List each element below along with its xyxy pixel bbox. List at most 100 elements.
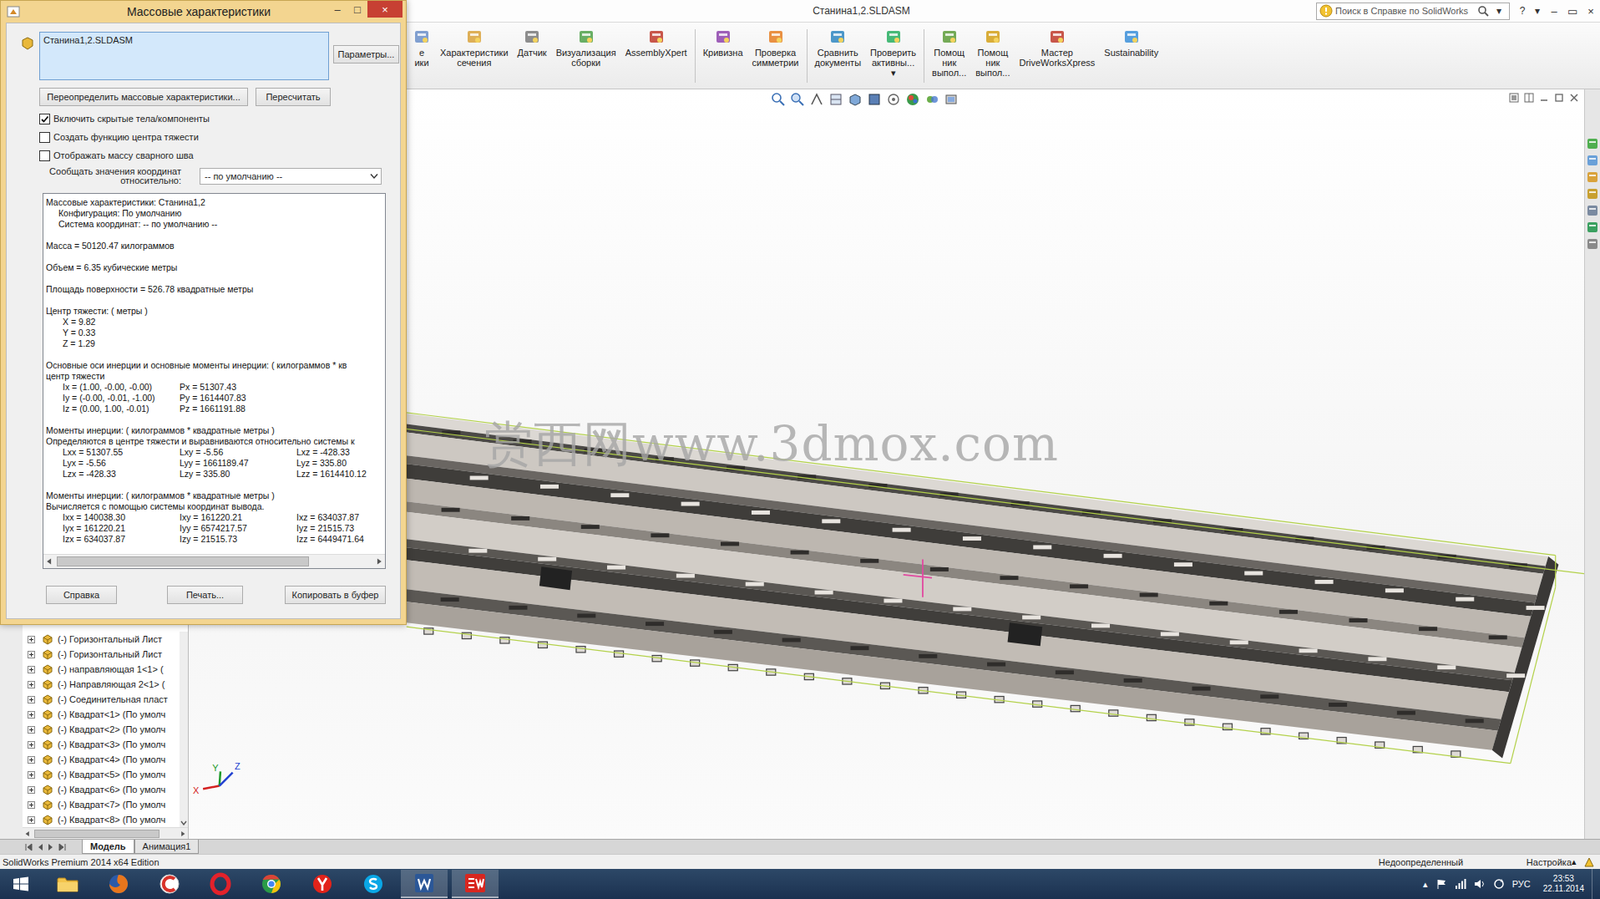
taskbar-button[interactable] xyxy=(44,869,92,898)
print-button[interactable]: Печать... xyxy=(167,585,244,604)
help-search-input[interactable] xyxy=(1335,5,1475,16)
firefox-icon[interactable] xyxy=(106,870,132,897)
tray-expand[interactable]: ▴ xyxy=(1422,878,1428,890)
expand-icon[interactable] xyxy=(27,785,36,794)
taskbar-app[interactable] xyxy=(41,868,93,899)
results-box[interactable]: Массовые характеристики: Станина1,2Конфи… xyxy=(42,192,386,569)
help-dropdown[interactable]: ▾ xyxy=(1529,5,1545,17)
tree-item[interactable]: (-) Квадрат<7> (По умолч xyxy=(22,796,180,812)
viewport-control-icon[interactable] xyxy=(1508,92,1519,103)
task-pane-icon[interactable] xyxy=(1586,187,1599,200)
taskbar-app[interactable] xyxy=(194,868,246,899)
ribbon-button[interactable]: еики xyxy=(408,27,436,68)
taskbar-app[interactable] xyxy=(245,868,297,899)
show-desktop[interactable] xyxy=(1591,868,1597,899)
taskbar-button[interactable] xyxy=(248,869,295,898)
tree-item[interactable]: (-) Соединительная пласт xyxy=(22,691,180,707)
minimize-button[interactable]: – xyxy=(1544,5,1564,18)
view-tool-icon[interactable] xyxy=(847,91,863,107)
view-tool-icon[interactable] xyxy=(943,91,959,107)
ribbon-button[interactable]: Датчик xyxy=(513,27,552,58)
units-button[interactable]: Настройка xyxy=(1526,856,1572,867)
taskbar-button[interactable] xyxy=(349,869,397,898)
tree-item[interactable]: (-) Квадрат<6> (По умолч xyxy=(22,781,180,797)
expand-icon[interactable] xyxy=(27,695,36,704)
view-tool-icon[interactable] xyxy=(886,91,902,107)
selection-list[interactable]: Станина1,2.SLDASM xyxy=(39,31,330,81)
expand-icon[interactable] xyxy=(27,755,36,764)
tree-item-label[interactable]: (-) Квадрат<6> (По умолч xyxy=(57,784,166,795)
coordinate-dropdown[interactable]: -- по умолчанию -- xyxy=(199,167,382,185)
taskbar-app[interactable] xyxy=(398,868,450,899)
ribbon-button[interactable]: Сравнитьдокументы xyxy=(810,27,866,68)
taskbar-button[interactable] xyxy=(451,869,499,898)
scroll-left-icon[interactable] xyxy=(22,828,33,839)
coordinate-value[interactable]: -- по умолчанию -- xyxy=(204,171,370,182)
scroll-down-icon[interactable] xyxy=(180,820,188,826)
recalculate-button[interactable]: Пересчитать xyxy=(255,87,331,107)
checkbox-row[interactable]: Создать функцию центра тяжести xyxy=(39,127,400,147)
model-tab[interactable]: Анимация1 xyxy=(134,839,200,854)
chevron-down-icon[interactable] xyxy=(369,172,379,180)
tree-item-label[interactable]: (-) направляющая 1<1> ( xyxy=(57,663,164,674)
scroll-right-icon[interactable] xyxy=(373,555,385,568)
checkbox[interactable] xyxy=(39,113,51,125)
tab-nav-icon[interactable] xyxy=(46,842,56,851)
help-button[interactable]: Справка xyxy=(45,585,117,604)
tree-item-label[interactable]: (-) Квадрат<7> (По умолч xyxy=(57,799,166,810)
tree-item-label[interactable]: (-) Квадрат<8> (По умолч xyxy=(57,814,166,825)
scroll-thumb[interactable] xyxy=(56,556,309,567)
tab-label[interactable]: Модель xyxy=(90,840,127,851)
checkbox-label[interactable]: Отображать массу сварного шва xyxy=(53,150,194,161)
expand-icon[interactable] xyxy=(27,770,36,779)
tree-item[interactable]: (-) Квадрат<4> (По умолч xyxy=(22,751,180,767)
expand-icon[interactable] xyxy=(27,740,36,749)
view-tool-icon[interactable] xyxy=(905,91,921,107)
windows-logo-icon[interactable] xyxy=(12,875,30,892)
scroll-left-icon[interactable] xyxy=(43,555,56,568)
model-tab[interactable]: Модель xyxy=(81,839,135,854)
task-pane-icon[interactable] xyxy=(1586,204,1599,217)
viewport-control-icon[interactable] xyxy=(1524,92,1535,103)
checkbox-label[interactable]: Включить скрытые тела/компоненты xyxy=(53,113,210,124)
checkbox-row[interactable]: Включить скрытые тела/компоненты xyxy=(39,109,400,128)
taskbar-button[interactable] xyxy=(298,869,346,898)
tree-item-label[interactable]: (-) Горизонтальный Лист xyxy=(57,633,163,644)
start-button[interactable] xyxy=(0,868,42,899)
taskbar-app[interactable] xyxy=(143,868,195,899)
tree-item[interactable]: (-) Квадрат<5> (По умолч xyxy=(22,766,180,782)
scroll-track[interactable] xyxy=(34,829,177,838)
taskbar-app[interactable] xyxy=(347,868,399,899)
task-pane-icon[interactable] xyxy=(1586,171,1599,183)
task-pane-icon[interactable] xyxy=(1586,237,1599,250)
maximize-button[interactable]: ▭ xyxy=(1563,5,1582,18)
view-tool-icon[interactable] xyxy=(789,91,806,107)
network-icon[interactable] xyxy=(1454,877,1467,890)
dialog-maximize[interactable]: □ xyxy=(347,0,368,18)
scroll-right-icon[interactable] xyxy=(177,828,188,839)
speaker-icon[interactable] xyxy=(1473,877,1486,890)
taskbar-app[interactable] xyxy=(296,868,348,899)
ribbon-button[interactable]: Визуализациясборки xyxy=(551,27,621,68)
checkbox[interactable] xyxy=(39,131,51,143)
sync-icon[interactable] xyxy=(1493,877,1505,890)
taskbar-button[interactable] xyxy=(95,869,142,898)
expand-icon[interactable] xyxy=(27,800,36,809)
selected-item[interactable]: Станина1,2.SLDASM xyxy=(43,35,133,46)
task-pane-icon[interactable] xyxy=(1586,221,1599,233)
tree-item[interactable]: (-) Квадрат<8> (По умолч xyxy=(22,811,180,827)
tree-item-label[interactable]: (-) Соединительная пласт xyxy=(57,693,168,704)
tree-item[interactable]: (-) Квадрат<1> (По умолч xyxy=(22,706,180,722)
copy-button[interactable]: Копировать в буфер xyxy=(284,585,386,604)
close-button[interactable]: × xyxy=(1581,5,1600,18)
tree-vscroll[interactable] xyxy=(179,631,188,827)
ribbon-button[interactable]: Характеристикисечения xyxy=(435,27,513,68)
view-tool-icon[interactable] xyxy=(770,91,786,107)
help-search[interactable]: ▾ xyxy=(1316,2,1510,21)
tree-item[interactable]: (-) Квадрат<2> (По умолч xyxy=(22,721,180,737)
clock[interactable]: 23:5322.11.2014 xyxy=(1543,873,1585,894)
taskbar-button[interactable] xyxy=(146,869,193,898)
ribbon-button[interactable]: AssemblyXpert xyxy=(621,27,692,58)
scroll-thumb[interactable] xyxy=(34,829,160,838)
results-hscroll[interactable] xyxy=(43,553,385,568)
